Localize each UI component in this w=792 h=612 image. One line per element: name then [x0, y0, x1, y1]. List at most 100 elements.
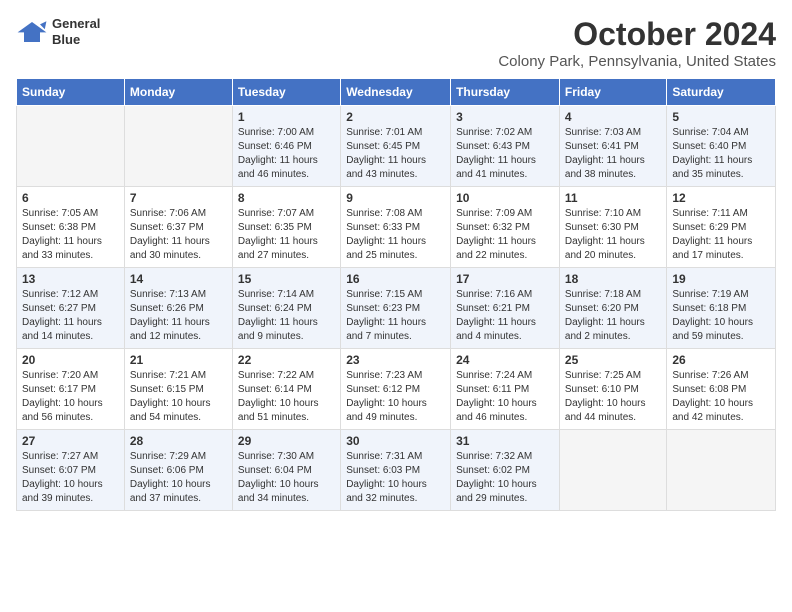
day-number: 6	[22, 191, 119, 205]
calendar-cell: 25 Sunrise: 7:25 AM Sunset: 6:10 PM Dayli…	[559, 349, 666, 430]
day-info: Sunrise: 7:09 AM Sunset: 6:32 PM Dayligh…	[456, 207, 554, 263]
calendar-week-row: 13 Sunrise: 7:12 AM Sunset: 6:27 PM Dayli…	[17, 268, 776, 349]
calendar-cell: 16 Sunrise: 7:15 AM Sunset: 6:23 PM Dayli…	[341, 268, 451, 349]
day-info: Sunrise: 7:01 AM Sunset: 6:45 PM Dayligh…	[346, 126, 445, 182]
day-info: Sunrise: 7:07 AM Sunset: 6:35 PM Dayligh…	[238, 207, 335, 263]
day-number: 7	[130, 191, 227, 205]
calendar-cell: 9Sunrise: 7:08 AM Sunset: 6:33 PM Daylig…	[341, 187, 451, 268]
calendar-cell: 29 Sunrise: 7:30 AM Sunset: 6:04 PM Dayli…	[232, 430, 340, 511]
calendar-cell: 1Sunrise: 7:00 AM Sunset: 6:46 PM Daylig…	[232, 106, 340, 187]
calendar-cell: 30 Sunrise: 7:31 AM Sunset: 6:03 PM Dayli…	[341, 430, 451, 511]
calendar-cell: 22Sunrise: 7:22 AM Sunset: 6:14 PM Dayli…	[232, 349, 340, 430]
location-text: Colony Park, Pennsylvania, United States	[498, 53, 776, 70]
day-info: Sunrise: 7:24 AM Sunset: 6:11 PM Dayligh…	[456, 369, 554, 425]
day-info: Sunrise: 7:15 AM Sunset: 6:23 PM Dayligh…	[346, 288, 445, 344]
day-info: Sunrise: 7:31 AM Sunset: 6:03 PM Dayligh…	[346, 450, 445, 506]
calendar-week-row: 27 Sunrise: 7:27 AM Sunset: 6:07 PM Dayli…	[17, 430, 776, 511]
day-number: 28	[130, 434, 227, 448]
calendar-cell	[667, 430, 776, 511]
calendar-week-row: 1Sunrise: 7:00 AM Sunset: 6:46 PM Daylig…	[17, 106, 776, 187]
day-number: 13	[22, 272, 119, 286]
day-number: 30	[346, 434, 445, 448]
day-number: 31	[456, 434, 554, 448]
day-info: Sunrise: 7:27 AM Sunset: 6:07 PM Dayligh…	[22, 450, 119, 506]
day-info: Sunrise: 7:03 AM Sunset: 6:41 PM Dayligh…	[565, 126, 661, 182]
calendar-header-row: SundayMondayTuesdayWednesdayThursdayFrid…	[17, 79, 776, 106]
day-number: 19	[672, 272, 770, 286]
day-number: 24	[456, 353, 554, 367]
calendar-cell: 27 Sunrise: 7:27 AM Sunset: 6:07 PM Dayli…	[17, 430, 125, 511]
logo-text: General Blue	[52, 16, 100, 47]
header-sunday: Sunday	[17, 79, 125, 106]
calendar-table: SundayMondayTuesdayWednesdayThursdayFrid…	[16, 78, 776, 511]
calendar-cell: 7Sunrise: 7:06 AM Sunset: 6:37 PM Daylig…	[124, 187, 232, 268]
day-number: 23	[346, 353, 445, 367]
day-info: Sunrise: 7:30 AM Sunset: 6:04 PM Dayligh…	[238, 450, 335, 506]
calendar-cell: 6 Sunrise: 7:05 AM Sunset: 6:38 PM Daylig…	[17, 187, 125, 268]
day-info: Sunrise: 7:00 AM Sunset: 6:46 PM Dayligh…	[238, 126, 335, 182]
title-section: October 2024 Colony Park, Pennsylvania, …	[498, 16, 776, 70]
day-number: 18	[565, 272, 661, 286]
day-info: Sunrise: 7:10 AM Sunset: 6:30 PM Dayligh…	[565, 207, 661, 263]
calendar-cell: 20Sunrise: 7:20 AM Sunset: 6:17 PM Dayli…	[17, 349, 125, 430]
calendar-cell: 4 Sunrise: 7:03 AM Sunset: 6:41 PM Daylig…	[559, 106, 666, 187]
day-info: Sunrise: 7:22 AM Sunset: 6:14 PM Dayligh…	[238, 369, 335, 425]
calendar-cell: 11Sunrise: 7:10 AM Sunset: 6:30 PM Dayli…	[559, 187, 666, 268]
day-info: Sunrise: 7:12 AM Sunset: 6:27 PM Dayligh…	[22, 288, 119, 344]
day-info: Sunrise: 7:25 AM Sunset: 6:10 PM Dayligh…	[565, 369, 661, 425]
calendar-cell: 21 Sunrise: 7:21 AM Sunset: 6:15 PM Dayli…	[124, 349, 232, 430]
calendar-cell: 3Sunrise: 7:02 AM Sunset: 6:43 PM Daylig…	[451, 106, 560, 187]
header-tuesday: Tuesday	[232, 79, 340, 106]
calendar-cell: 2 Sunrise: 7:01 AM Sunset: 6:45 PM Daylig…	[341, 106, 451, 187]
calendar-week-row: 6 Sunrise: 7:05 AM Sunset: 6:38 PM Daylig…	[17, 187, 776, 268]
day-info: Sunrise: 7:23 AM Sunset: 6:12 PM Dayligh…	[346, 369, 445, 425]
calendar-cell: 12 Sunrise: 7:11 AM Sunset: 6:29 PM Dayli…	[667, 187, 776, 268]
day-number: 2	[346, 110, 445, 124]
calendar-cell: 24 Sunrise: 7:24 AM Sunset: 6:11 PM Dayli…	[451, 349, 560, 430]
day-number: 12	[672, 191, 770, 205]
day-number: 25	[565, 353, 661, 367]
day-number: 14	[130, 272, 227, 286]
header-monday: Monday	[124, 79, 232, 106]
month-title: October 2024	[498, 16, 776, 53]
calendar-cell: 18 Sunrise: 7:18 AM Sunset: 6:20 PM Dayli…	[559, 268, 666, 349]
day-info: Sunrise: 7:04 AM Sunset: 6:40 PM Dayligh…	[672, 126, 770, 182]
day-info: Sunrise: 7:18 AM Sunset: 6:20 PM Dayligh…	[565, 288, 661, 344]
day-number: 8	[238, 191, 335, 205]
logo: General Blue	[16, 16, 100, 47]
day-info: Sunrise: 7:11 AM Sunset: 6:29 PM Dayligh…	[672, 207, 770, 263]
day-number: 20	[22, 353, 119, 367]
page-header: General Blue October 2024 Colony Park, P…	[16, 16, 776, 70]
calendar-cell: 31 Sunrise: 7:32 AM Sunset: 6:02 PM Dayli…	[451, 430, 560, 511]
header-friday: Friday	[559, 79, 666, 106]
day-number: 10	[456, 191, 554, 205]
day-info: Sunrise: 7:19 AM Sunset: 6:18 PM Dayligh…	[672, 288, 770, 344]
calendar-cell: 5 Sunrise: 7:04 AM Sunset: 6:40 PM Daylig…	[667, 106, 776, 187]
calendar-cell: 10 Sunrise: 7:09 AM Sunset: 6:32 PM Dayli…	[451, 187, 560, 268]
day-number: 26	[672, 353, 770, 367]
day-info: Sunrise: 7:21 AM Sunset: 6:15 PM Dayligh…	[130, 369, 227, 425]
day-info: Sunrise: 7:13 AM Sunset: 6:26 PM Dayligh…	[130, 288, 227, 344]
calendar-cell: 13 Sunrise: 7:12 AM Sunset: 6:27 PM Dayli…	[17, 268, 125, 349]
day-info: Sunrise: 7:16 AM Sunset: 6:21 PM Dayligh…	[456, 288, 554, 344]
day-number: 4	[565, 110, 661, 124]
day-info: Sunrise: 7:32 AM Sunset: 6:02 PM Dayligh…	[456, 450, 554, 506]
calendar-cell: 19 Sunrise: 7:19 AM Sunset: 6:18 PM Dayli…	[667, 268, 776, 349]
calendar-cell: 23 Sunrise: 7:23 AM Sunset: 6:12 PM Dayli…	[341, 349, 451, 430]
day-number: 5	[672, 110, 770, 124]
calendar-cell	[559, 430, 666, 511]
day-number: 27	[22, 434, 119, 448]
day-number: 21	[130, 353, 227, 367]
day-info: Sunrise: 7:29 AM Sunset: 6:06 PM Dayligh…	[130, 450, 227, 506]
day-info: Sunrise: 7:14 AM Sunset: 6:24 PM Dayligh…	[238, 288, 335, 344]
day-info: Sunrise: 7:08 AM Sunset: 6:33 PM Dayligh…	[346, 207, 445, 263]
day-info: Sunrise: 7:26 AM Sunset: 6:08 PM Dayligh…	[672, 369, 770, 425]
day-number: 16	[346, 272, 445, 286]
calendar-week-row: 20Sunrise: 7:20 AM Sunset: 6:17 PM Dayli…	[17, 349, 776, 430]
header-thursday: Thursday	[451, 79, 560, 106]
day-number: 15	[238, 272, 335, 286]
day-info: Sunrise: 7:05 AM Sunset: 6:38 PM Dayligh…	[22, 207, 119, 263]
calendar-cell: 26 Sunrise: 7:26 AM Sunset: 6:08 PM Dayli…	[667, 349, 776, 430]
day-number: 29	[238, 434, 335, 448]
logo-icon	[16, 18, 48, 46]
